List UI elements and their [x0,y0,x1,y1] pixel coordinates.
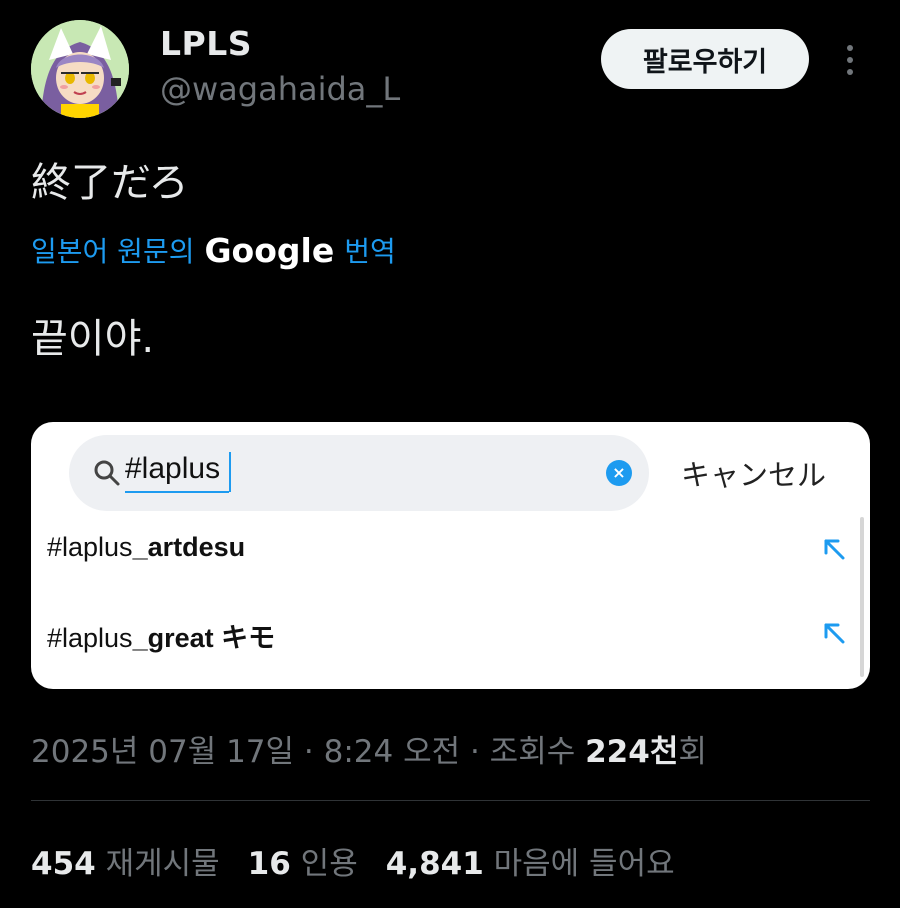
image-search-query: #laplus [125,452,221,485]
google-logo-text: Google [204,230,335,270]
more-dot [847,69,853,75]
tweet-timestamp[interactable]: 2025년 07월 17일 · 8:24 오전 · 조회수 224천회 [31,726,707,771]
suggestion-text: #laplus_artdesu [47,532,246,562]
image-suggestion-item: #laplus_artdesu [47,526,847,576]
translation-attribution[interactable]: 일본어 원문의 Google 번역 [31,230,396,270]
views-count: 224천 [585,734,679,770]
retweets-stat[interactable]: 454 재게시물 [31,838,220,883]
quotes-stat[interactable]: 16 인용 [248,838,358,883]
image-cancel-label: キャンセル [681,458,827,492]
image-suggestion-item: #laplus_great キモ [47,610,847,660]
more-vertical-icon[interactable] [836,40,864,80]
divider [31,800,870,801]
image-scrollbar [860,517,864,677]
likes-label: 마음에 들어요 [493,846,675,882]
views-suffix: 회 [678,734,707,770]
translation-suffix: 번역 [344,235,396,268]
retweets-label: 재게시물 [105,846,220,882]
quotes-count: 16 [247,846,291,882]
avatar-image [31,20,129,118]
engagement-stats: 454 재게시물 16 인용 4,841 마음에 들어요 [31,838,675,883]
clear-icon: × [606,460,632,486]
user-handle[interactable]: @wagahaida_L [160,70,400,108]
retweets-count: 454 [31,846,96,882]
avatar[interactable] [31,20,129,118]
search-icon [94,460,120,486]
tweet-text: 終了だろ [31,160,189,206]
attached-image[interactable]: #laplus × キャンセル #laplus_artdesu #laplus_… [31,422,870,689]
suggestion-text: #laplus_great キモ [47,623,276,653]
follow-button[interactable]: 팔로우하기 [601,29,809,89]
more-dot [847,57,853,63]
image-search-bar: #laplus × [69,435,649,511]
translated-text: 끝이야. [31,316,155,362]
arrow-up-left-icon [824,539,845,560]
text-caret [229,452,231,492]
query-underline [125,491,229,493]
quotes-label: 인용 [300,846,358,882]
display-name[interactable]: LPLS [160,24,252,63]
likes-stat[interactable]: 4,841 마음에 들어요 [386,838,675,883]
timestamp-text: 2025년 07월 17일 · 8:24 오전 · 조회수 [31,734,576,770]
arrow-up-left-icon [824,623,845,644]
more-dot [847,45,853,51]
likes-count: 4,841 [385,846,484,882]
translation-prefix: 일본어 원문의 [31,235,195,268]
